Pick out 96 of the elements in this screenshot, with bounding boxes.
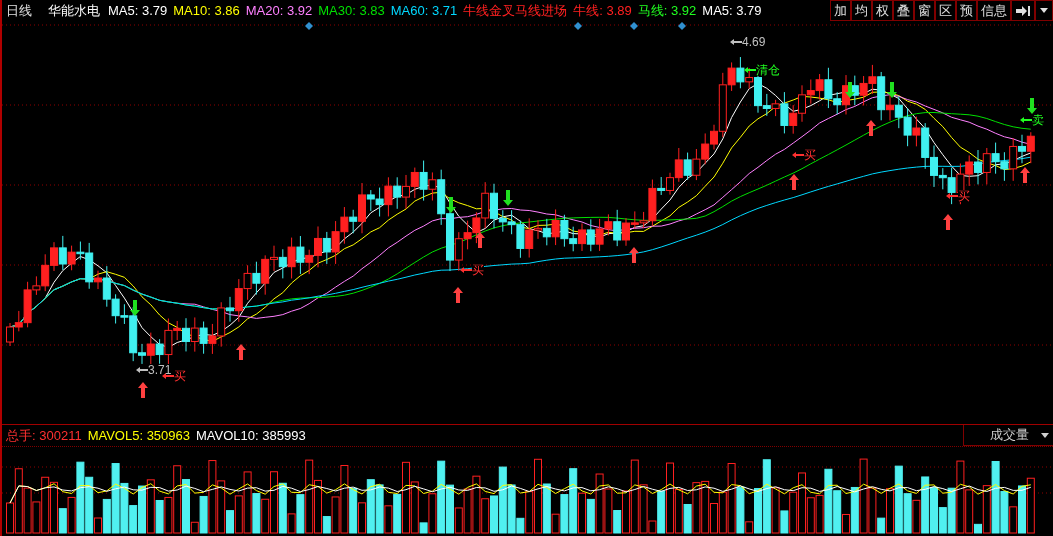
indicator-selector[interactable]: 成交量 — [963, 425, 1053, 446]
candlestick — [569, 226, 578, 252]
candlestick — [190, 316, 199, 353]
candlestick — [982, 147, 991, 185]
toolbar-button[interactable]: 区 — [935, 0, 956, 21]
candlestick — [965, 154, 974, 187]
down-arrow-icon — [1027, 98, 1037, 114]
indicator-reading: 牛线: 3.89 — [573, 2, 632, 21]
toolbar-button[interactable]: 预 — [956, 0, 977, 21]
candlestick — [463, 220, 472, 250]
candlestick — [560, 214, 569, 248]
up-arrow-icon — [1020, 167, 1030, 183]
candlestick — [701, 132, 710, 165]
toolbar-button[interactable]: 信息 — [977, 0, 1011, 21]
chart-annotation: 买 — [472, 264, 484, 276]
collapse-button[interactable] — [1011, 0, 1035, 21]
leader-arrow-icon — [136, 367, 148, 373]
indicator-reading: MA60: 3.71 — [390, 2, 458, 21]
candlestick — [692, 148, 701, 181]
chart-annotation: 买 — [804, 149, 816, 161]
candlestick — [410, 167, 419, 199]
candlestick — [789, 104, 798, 135]
collapse-icon — [1016, 5, 1030, 16]
candlestick — [1026, 131, 1035, 164]
volume-reading: 总手: 300211 — [6, 426, 82, 445]
leader-arrow-icon — [730, 39, 742, 45]
candlestick — [375, 187, 384, 217]
down-arrow-icon — [887, 82, 897, 98]
toolbar-button[interactable]: 均 — [851, 0, 872, 21]
indicator-reading: MA20: 3.92 — [245, 2, 313, 21]
candlestick — [278, 248, 287, 279]
leader-arrow-icon — [460, 267, 472, 273]
candlestick — [542, 218, 551, 246]
diamond-icon — [630, 22, 638, 30]
candlestick — [586, 218, 595, 252]
indicator-reading: MA5: 3.79 — [108, 2, 168, 21]
candlestick — [58, 235, 67, 271]
up-arrow-icon — [138, 382, 148, 398]
up-arrow-icon — [866, 120, 876, 136]
leader-arrow-icon — [162, 373, 174, 379]
caret-icon — [1040, 8, 1048, 13]
up-arrow-icon — [943, 214, 953, 230]
chart-annotation: 买 — [174, 370, 186, 382]
toolbar-button[interactable]: 加 — [830, 0, 851, 21]
candlestick — [683, 152, 692, 181]
down-arrow-icon — [446, 197, 456, 213]
indicator-reading: 马线: 3.92 — [637, 2, 697, 21]
candlestick — [991, 142, 1000, 175]
candlestick — [331, 220, 340, 265]
up-arrow-icon — [453, 287, 463, 303]
dropdown-button[interactable] — [1035, 0, 1053, 21]
up-arrow-icon — [236, 344, 246, 360]
diamond-icon — [574, 22, 582, 30]
toolbar-button[interactable]: 叠 — [893, 0, 914, 21]
candlestick — [384, 176, 393, 217]
down-arrow-icon — [845, 82, 855, 98]
candlestick — [419, 160, 428, 202]
candlestick — [67, 245, 76, 271]
chart-annotation: 清仓 — [756, 64, 780, 76]
leader-arrow-icon — [792, 152, 804, 158]
period-label[interactable]: 日线 — [2, 1, 36, 21]
candlestick — [903, 107, 912, 147]
indicator-reading: MA10: 3.86 — [173, 2, 240, 21]
chart-annotation: 4.69 — [742, 36, 766, 48]
candlestick — [322, 231, 331, 265]
indicator-reading: MA30: 3.83 — [318, 2, 385, 21]
down-arrow-icon — [503, 190, 513, 206]
up-arrow-icon — [629, 247, 639, 263]
candlestick — [243, 264, 252, 301]
leader-arrow-icon — [1020, 117, 1032, 123]
candlestick — [199, 321, 208, 355]
up-arrow-icon — [475, 232, 485, 248]
chart-annotation: 3.71 — [148, 364, 172, 376]
caret-icon — [1041, 432, 1049, 438]
candlestick — [111, 293, 120, 324]
candlestick — [287, 237, 296, 279]
volume-reading: MAVOL10: 385993 — [196, 426, 306, 445]
candlestick — [551, 208, 560, 246]
toolbar-button[interactable]: 窗 — [914, 0, 935, 21]
candlestick — [393, 176, 402, 210]
chart-annotation: 卖 — [1032, 114, 1044, 126]
indicator-reading: MA5: 3.79 — [702, 2, 762, 21]
up-arrow-icon — [789, 174, 799, 190]
indicator-reading: 牛线金叉马线进场 — [463, 2, 568, 21]
stock-name: 华能水电 — [48, 2, 100, 21]
down-arrow-icon — [130, 300, 140, 316]
toolbar-button[interactable]: 权 — [872, 0, 893, 21]
candlestick — [894, 95, 903, 129]
candlestick — [859, 75, 868, 106]
leader-arrow-icon — [946, 193, 958, 199]
candlestick — [252, 261, 261, 296]
leader-arrow-icon — [744, 67, 756, 73]
chart-annotation: 买 — [958, 190, 970, 202]
diamond-icon — [678, 22, 686, 30]
diamond-icon — [305, 22, 313, 30]
volume-reading: MAVOL5: 350963 — [87, 426, 191, 445]
